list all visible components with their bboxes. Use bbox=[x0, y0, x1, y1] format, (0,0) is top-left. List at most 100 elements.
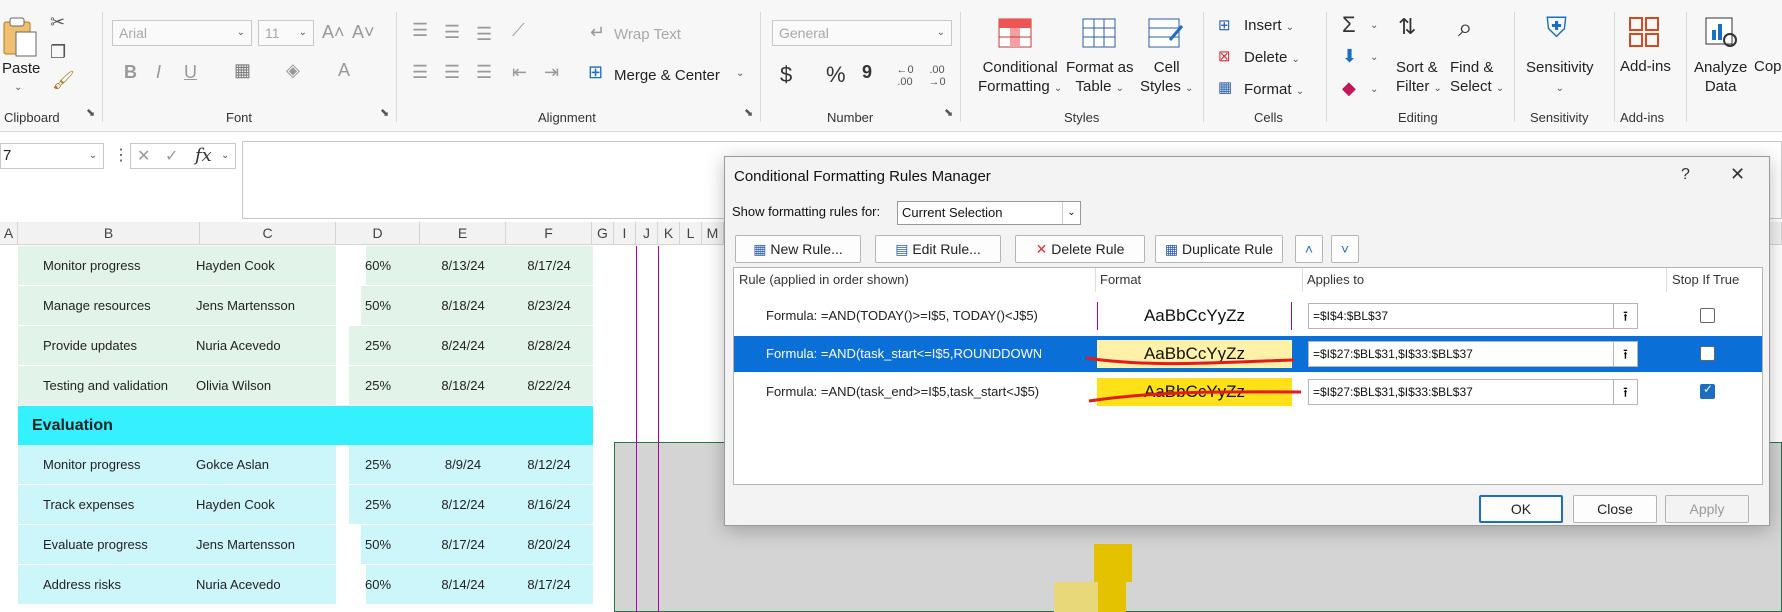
increase-decimal-icon[interactable]: ←0 .00 bbox=[892, 64, 918, 88]
merge-center-button[interactable]: Merge & Center bbox=[614, 67, 720, 84]
name-box[interactable]: 7 ⌄ bbox=[0, 143, 104, 169]
format-button[interactable]: Format ⌄ bbox=[1244, 81, 1304, 98]
close-button[interactable]: Close bbox=[1573, 495, 1657, 523]
insert-button[interactable]: Insert ⌄ bbox=[1244, 17, 1294, 34]
paste-button[interactable]: Paste bbox=[2, 60, 40, 77]
orientation-icon[interactable]: ⟋ bbox=[512, 20, 525, 41]
font-color-icon[interactable]: A bbox=[338, 60, 350, 81]
duplicate-rule-button[interactable]: ▦ Duplicate Rule bbox=[1155, 235, 1283, 263]
table-row[interactable]: Manage resources Jens Martensson 50% 8/18/2… bbox=[18, 286, 593, 326]
move-up-button[interactable]: ˄ bbox=[1295, 235, 1323, 263]
find-select-button[interactable]: Find & Select ⌄ bbox=[1450, 58, 1504, 98]
percent-icon[interactable]: % bbox=[826, 62, 846, 88]
comma-icon[interactable]: 9 bbox=[862, 62, 872, 83]
currency-icon[interactable]: $ bbox=[780, 62, 792, 88]
help-button[interactable]: ? bbox=[1681, 166, 1690, 184]
format-as-table-icon[interactable] bbox=[1082, 18, 1118, 50]
cut-icon[interactable]: ✂ bbox=[50, 12, 65, 33]
clear-dropdown-icon[interactable]: ⌄ bbox=[1370, 84, 1378, 95]
column-header[interactable]: M bbox=[702, 222, 724, 245]
align-right-icon[interactable]: ☰ bbox=[476, 62, 492, 83]
column-header[interactable]: E bbox=[420, 222, 506, 245]
column-header[interactable]: G bbox=[592, 222, 614, 245]
sensitivity-icon[interactable]: ⛨ bbox=[1546, 12, 1567, 45]
wrap-text-icon[interactable]: ↵ bbox=[590, 22, 605, 43]
column-header[interactable]: A bbox=[0, 222, 18, 245]
analyze-data-button[interactable]: Analyze Data bbox=[1694, 58, 1747, 96]
column-header[interactable]: D bbox=[336, 222, 420, 245]
decrease-decimal-icon[interactable]: .00 →0 bbox=[924, 64, 950, 88]
table-row[interactable]: Evaluate progress Jens Martensson 50% 8/17/… bbox=[18, 525, 593, 565]
bold-icon[interactable]: B bbox=[124, 62, 137, 83]
decrease-font-icon[interactable]: A˅ bbox=[352, 22, 375, 43]
cell-styles-button[interactable]: Cell Styles ⌄ bbox=[1140, 58, 1193, 98]
move-down-button[interactable]: ˅ bbox=[1331, 235, 1359, 263]
delete-rule-button[interactable]: ✕ Delete Rule bbox=[1015, 235, 1145, 263]
table-row[interactable]: Monitor progress Gokce Aslan 25% 8/9/24 8/12… bbox=[18, 445, 593, 485]
analyze-data-icon[interactable] bbox=[1704, 14, 1740, 50]
font-name-combo[interactable]: Arial ⌄ bbox=[112, 20, 252, 46]
font-launcher-icon[interactable]: ⬊ bbox=[380, 106, 389, 119]
conditional-formatting-button[interactable]: Conditional Formatting ⌄ bbox=[978, 58, 1062, 98]
underline-icon[interactable]: U bbox=[184, 62, 197, 83]
cell-styles-icon[interactable] bbox=[1148, 18, 1184, 50]
insert-function-icon[interactable]: fx bbox=[195, 145, 212, 166]
fill-dropdown-icon[interactable]: ⌄ bbox=[1370, 52, 1378, 63]
table-row[interactable]: Address risks Nuria Acevedo 60% 8/14/24 8/17… bbox=[18, 565, 593, 605]
column-header[interactable]: K bbox=[658, 222, 680, 245]
ok-button[interactable]: OK bbox=[1479, 495, 1563, 523]
add-ins-icon[interactable] bbox=[1628, 16, 1662, 50]
merge-center-icon[interactable]: ⊞ bbox=[588, 62, 603, 83]
delete-button[interactable]: Delete ⌄ bbox=[1244, 49, 1300, 66]
column-header[interactable]: C bbox=[200, 222, 336, 245]
delete-cells-icon[interactable]: ⊠ bbox=[1218, 47, 1231, 65]
align-top-icon[interactable]: ☰ bbox=[412, 20, 428, 41]
insert-cells-icon[interactable]: ⊞ bbox=[1218, 16, 1231, 34]
font-size-combo[interactable]: 11 ⌄ bbox=[258, 20, 314, 46]
autosum-dropdown-icon[interactable]: ⌄ bbox=[1370, 20, 1378, 31]
table-row[interactable]: Track expenses Hayden Cook 25% 8/12/24 8/16/… bbox=[18, 485, 593, 525]
edit-rule-button[interactable]: ▤ Edit Rule... bbox=[875, 235, 1001, 263]
close-icon[interactable]: ✕ bbox=[1730, 164, 1745, 185]
borders-icon[interactable]: ▦ bbox=[234, 60, 251, 81]
find-select-icon[interactable]: ⌕ bbox=[1458, 12, 1473, 44]
cancel-formula-icon[interactable]: ✕ bbox=[137, 146, 150, 166]
sort-filter-button[interactable]: Sort & Filter ⌄ bbox=[1396, 58, 1442, 98]
alignment-launcher-icon[interactable]: ⬊ bbox=[744, 106, 753, 119]
table-row[interactable]: Monitor progress Hayden Cook 60% 8/13/24 8/1… bbox=[18, 246, 593, 286]
align-center-icon[interactable]: ☰ bbox=[444, 62, 460, 83]
number-launcher-icon[interactable]: ⬊ bbox=[944, 106, 953, 119]
conditional-formatting-icon[interactable] bbox=[998, 18, 1032, 48]
formula-bar-menu-icon[interactable]: ⋮ bbox=[113, 145, 129, 165]
format-cells-icon[interactable]: ▦ bbox=[1218, 78, 1232, 96]
new-rule-button[interactable]: ▦ New Rule... bbox=[735, 235, 861, 263]
paste-dropdown-icon[interactable]: ⌄ bbox=[14, 82, 22, 93]
column-header[interactable]: I bbox=[614, 222, 636, 245]
clear-icon[interactable]: ◆ bbox=[1342, 78, 1356, 99]
align-middle-icon[interactable]: ☰ bbox=[444, 22, 460, 43]
format-painter-icon[interactable]: 🖌 bbox=[52, 70, 75, 91]
decrease-indent-icon[interactable]: ⇤ bbox=[512, 62, 527, 83]
align-bottom-icon[interactable]: ☰ bbox=[476, 24, 492, 45]
fill-icon[interactable]: ⬇ bbox=[1342, 46, 1357, 67]
sensitivity-button[interactable]: Sensitivity ⌄ bbox=[1526, 58, 1594, 98]
italic-icon[interactable]: I bbox=[156, 62, 161, 83]
column-header[interactable]: L bbox=[680, 222, 702, 245]
increase-font-icon[interactable]: A˄ bbox=[322, 22, 345, 43]
format-as-table-button[interactable]: Format as Table ⌄ bbox=[1066, 58, 1134, 98]
enter-formula-icon[interactable]: ✓ bbox=[165, 146, 178, 166]
add-ins-button[interactable]: Add-ins bbox=[1620, 58, 1671, 75]
copy-icon[interactable]: ❐ bbox=[50, 42, 66, 63]
sort-filter-icon[interactable]: ⇅ bbox=[1398, 14, 1416, 40]
align-left-icon[interactable]: ☰ bbox=[412, 62, 428, 83]
apply-button[interactable]: Apply bbox=[1665, 495, 1749, 523]
column-header[interactable]: B bbox=[18, 222, 200, 245]
section-header[interactable]: Evaluation bbox=[18, 406, 593, 446]
increase-indent-icon[interactable]: ⇥ bbox=[544, 62, 559, 83]
number-format-combo[interactable]: General ⌄ bbox=[772, 20, 952, 46]
show-rules-select[interactable]: Current Selection ⌄ bbox=[897, 201, 1081, 225]
wrap-text-button[interactable]: Wrap Text bbox=[614, 26, 681, 43]
autosum-icon[interactable]: Σ bbox=[1342, 12, 1356, 38]
column-header[interactable]: F bbox=[506, 222, 592, 245]
column-header[interactable]: J bbox=[636, 222, 658, 245]
